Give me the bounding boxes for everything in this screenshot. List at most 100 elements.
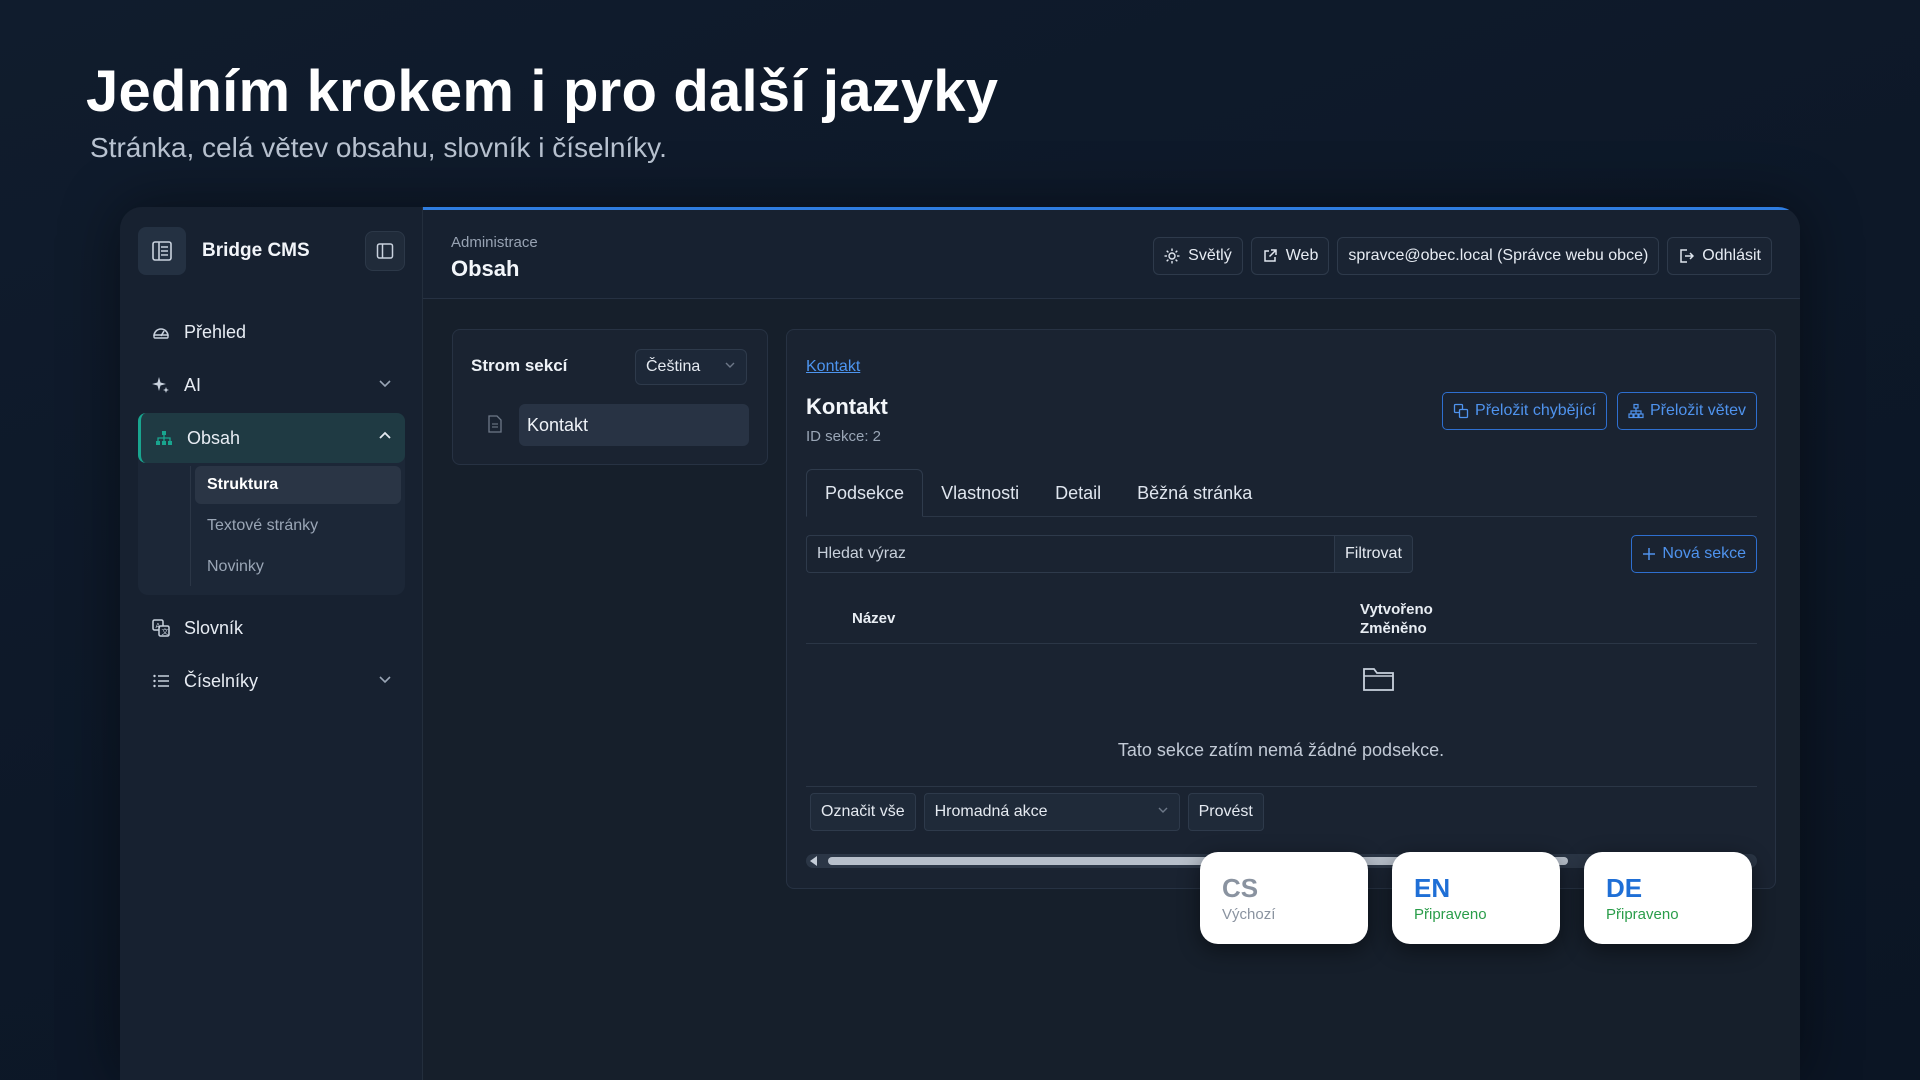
translate-missing-button[interactable]: Přeložit chybějící [1442,392,1607,430]
chevron-down-icon [377,671,393,692]
brand-name: Bridge CMS [202,240,310,261]
language-card-de: DE Připraveno [1584,852,1752,944]
logout-button[interactable]: Odhlásit [1667,237,1772,275]
search-row: Filtrovat [806,535,1413,573]
sidebar-item-ai[interactable]: AI [138,360,405,410]
column-header-created: Vytvořeno [1360,601,1433,618]
column-header-modified: Změněno [1360,620,1427,637]
section-tree-title: Strom sekcí [471,356,568,375]
new-section-label: Nová sekce [1662,545,1746,562]
panel-left-icon [376,243,394,259]
section-tree-panel: Strom sekcí Čeština Kontakt [452,329,768,465]
translate-missing-label: Přeložit chybějící [1475,402,1596,419]
svg-text:文: 文 [162,627,169,636]
chevron-up-icon [377,428,393,449]
sidebar-item-slovnik[interactable]: A文 Slovník [138,603,405,653]
brand: Bridge CMS [138,227,405,275]
translate-branch-label: Přeložit větev [1649,402,1746,419]
select-all-button[interactable]: Označit vše [810,792,916,831]
bulk-actions-row: Označit vše Hromadná akce Provést [806,786,1757,836]
language-code: CS [1222,873,1259,903]
chevron-down-icon [377,375,393,396]
sidebar-item-label: Slovník [184,617,244,638]
sidebar-item-label: Přehled [184,321,247,342]
topbar: Administrace Obsah Světlý Web spravce@ob… [423,207,1800,299]
sitemap-icon [153,427,175,449]
sidebar-item-label: Obsah [187,427,241,448]
column-header-name[interactable]: Název [852,610,895,627]
language-card-cs: CS Výchozí [1200,852,1368,944]
scroll-left-icon[interactable] [810,856,817,866]
tab-podsekce[interactable]: Podsekce [806,469,924,517]
sidebar-item-label: AI [184,374,202,395]
sidebar-item-ciselniky[interactable]: Číselníky [138,656,405,706]
tab-detail[interactable]: Detail [1037,469,1119,517]
translate-icon [1453,403,1469,419]
section-title: Kontakt [806,394,888,419]
svg-text:A: A [156,622,161,630]
translate-actions: Přeložit chybějící Přeložit větev [1442,392,1757,430]
language-cards: CS Výchozí EN Připraveno DE Připraveno [1200,852,1752,944]
search-input[interactable] [806,535,1334,573]
tab-bezna-stranka[interactable]: Běžná stránka [1119,469,1270,517]
sun-icon [1164,248,1180,264]
table-header: Název Vytvořeno Změněno [806,592,1757,644]
language-status: Připraveno [1606,906,1679,923]
section-detail-panel: Kontakt Kontakt ID sekce: 2 Přeložit chy… [786,329,1776,889]
language-status: Výchozí [1222,906,1276,923]
sidebar-subitem-textove-stranky[interactable]: Textové stránky [195,507,401,545]
sidebar-item-obsah[interactable]: Obsah [138,413,405,463]
app-logo-icon [138,227,186,275]
chevron-down-icon [1157,803,1169,821]
folder-icon [1362,665,1396,698]
logout-label: Odhlásit [1702,247,1761,264]
theme-toggle-label: Světlý [1188,247,1232,264]
execute-button[interactable]: Provést [1187,792,1264,831]
tree-node-kontakt[interactable]: Kontakt [519,404,749,446]
language-select[interactable]: Čeština [635,349,747,385]
sidebar-sublist: Struktura Textové stránky Novinky [190,466,405,586]
translate-icon: A文 [150,617,172,639]
language-status: Připraveno [1414,906,1487,923]
web-link-label: Web [1285,247,1319,264]
sidebar-collapse-button[interactable] [365,231,405,271]
logout-icon [1678,248,1695,264]
user-account-button[interactable]: spravce@obec.local (Správce webu obce) [1337,237,1660,275]
sidebar: Bridge CMS Přehled AI Obsah Struktura Te… [120,207,423,1080]
bulk-action-value: Hromadná akce [934,802,1048,820]
external-link-icon [1262,248,1278,264]
chevron-down-icon [724,358,736,376]
language-code: DE [1606,873,1643,903]
language-code: EN [1414,873,1451,903]
tab-vlastnosti[interactable]: Vlastnosti [923,469,1037,517]
sidebar-subitem-struktura[interactable]: Struktura [195,466,401,504]
plus-icon [1642,547,1656,561]
sidebar-item-label: Číselníky [184,670,259,691]
sidebar-subitem-novinky[interactable]: Novinky [195,548,401,586]
sidebar-nav: Přehled AI Obsah Struktura Textové strán… [138,307,405,709]
bulk-action-select[interactable]: Hromadná akce [923,792,1180,831]
app-window: Bridge CMS Přehled AI Obsah Struktura Te… [120,207,1800,1080]
sidebar-item-prehled[interactable]: Přehled [138,307,405,357]
breadcrumb[interactable]: Administrace [451,234,538,251]
column-header-dates[interactable]: Vytvořeno Změněno [1360,600,1433,638]
language-select-value: Čeština [646,358,701,375]
hero-subtitle: Stránka, celá větev obsahu, slovník i čí… [90,132,667,163]
list-icon [150,670,172,692]
language-card-en: EN Připraveno [1392,852,1560,944]
translate-branch-button[interactable]: Přeložit větev [1616,392,1757,430]
sidebar-group-obsah: Obsah Struktura Textové stránky Novinky [138,413,405,595]
page-title: Obsah [451,256,520,281]
page-icon [487,415,503,438]
empty-state-text: Tato sekce zatím nemá žádné podsekce. [1117,740,1445,760]
sitemap-icon [1628,403,1644,419]
web-link-button[interactable]: Web [1250,237,1330,275]
section-id: ID sekce: 2 [806,428,882,445]
hero-title: Jedním krokem i pro další jazyky [86,59,999,124]
theme-toggle-button[interactable]: Světlý [1153,237,1243,275]
new-section-button[interactable]: Nová sekce [1631,535,1757,573]
sparkle-icon [150,374,172,396]
top-actions: Světlý Web spravce@obec.local (Správce w… [1153,237,1772,275]
filter-button[interactable]: Filtrovat [1334,535,1413,573]
section-breadcrumb-link[interactable]: Kontakt [806,358,860,376]
